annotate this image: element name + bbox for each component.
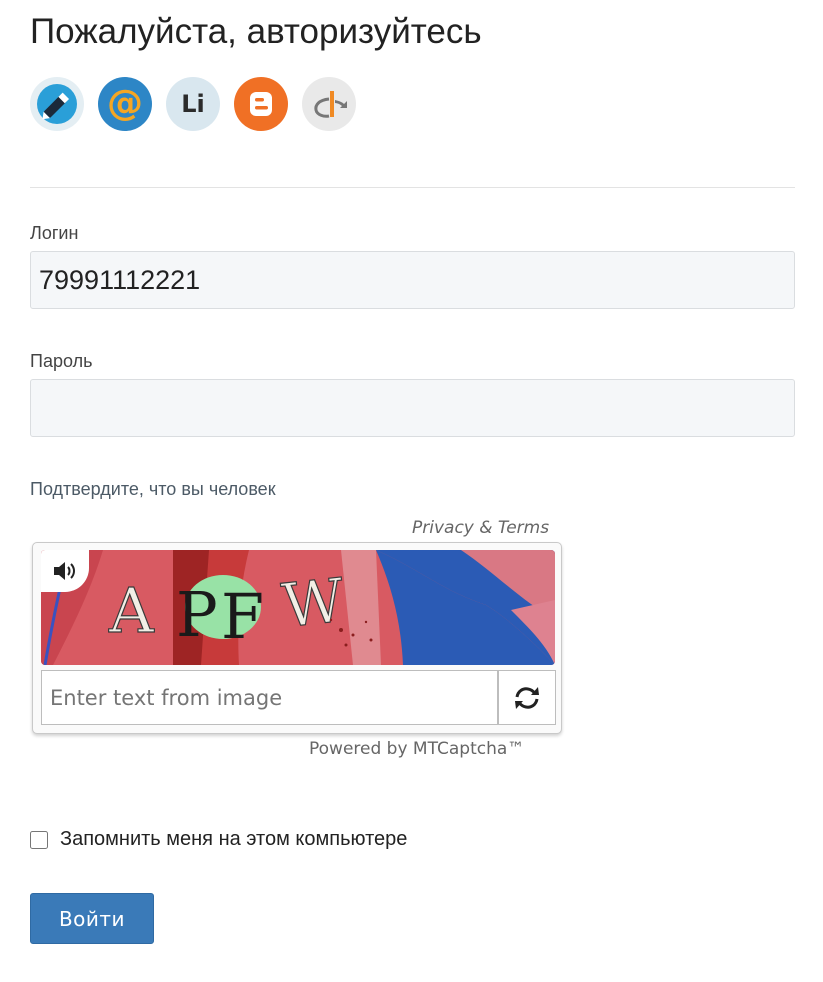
captcha-text-a: A xyxy=(108,574,155,647)
blogger-login-button[interactable] xyxy=(234,77,288,131)
captcha-widget: A P F W xyxy=(32,542,562,734)
remember-me-checkbox[interactable] xyxy=(30,830,48,849)
captcha-image-graphic: A P F W xyxy=(41,550,555,665)
captcha-input[interactable] xyxy=(41,670,498,725)
captcha-prompt: Подтвердите, что вы человек xyxy=(30,479,276,499)
login-label: Логин xyxy=(30,223,79,243)
refresh-icon xyxy=(515,686,539,709)
remember-me: Запомнить меня на этом компьютере xyxy=(30,828,407,851)
captcha-image: A P F W xyxy=(41,550,555,665)
login-input[interactable] xyxy=(30,251,795,309)
captcha-powered-by: Powered by MTCaptcha™ xyxy=(309,739,525,759)
captcha-refresh-button[interactable] xyxy=(498,670,556,725)
captcha-text-p: P xyxy=(176,578,218,651)
livejournal-icon xyxy=(37,84,77,124)
mail-ru-login-button[interactable]: @ xyxy=(98,77,152,131)
liveinternet-login-button[interactable]: Li xyxy=(166,77,220,131)
page-title: Пожалуйста, авторизуйтесь xyxy=(30,12,482,51)
password-input[interactable] xyxy=(30,379,795,437)
section-divider xyxy=(30,187,795,188)
openid-login-button[interactable] xyxy=(302,77,356,131)
login-submit-button[interactable]: Войти xyxy=(30,893,154,944)
captcha-text-w: W xyxy=(279,566,348,642)
password-label: Пароль xyxy=(30,351,93,371)
mail-ru-icon: @ xyxy=(107,83,143,124)
blogger-icon xyxy=(250,92,272,116)
remember-me-label: Запомнить меня на этом компьютере xyxy=(60,828,408,850)
captcha-text-f: F xyxy=(221,580,264,653)
speaker-icon xyxy=(54,562,75,580)
liveinternet-icon: Li xyxy=(181,90,205,118)
openid-icon xyxy=(314,91,347,118)
privacy-terms-link[interactable]: Privacy & Terms xyxy=(412,518,549,538)
livejournal-login-button[interactable] xyxy=(30,77,84,131)
social-login-bar: @ Li xyxy=(30,77,356,131)
